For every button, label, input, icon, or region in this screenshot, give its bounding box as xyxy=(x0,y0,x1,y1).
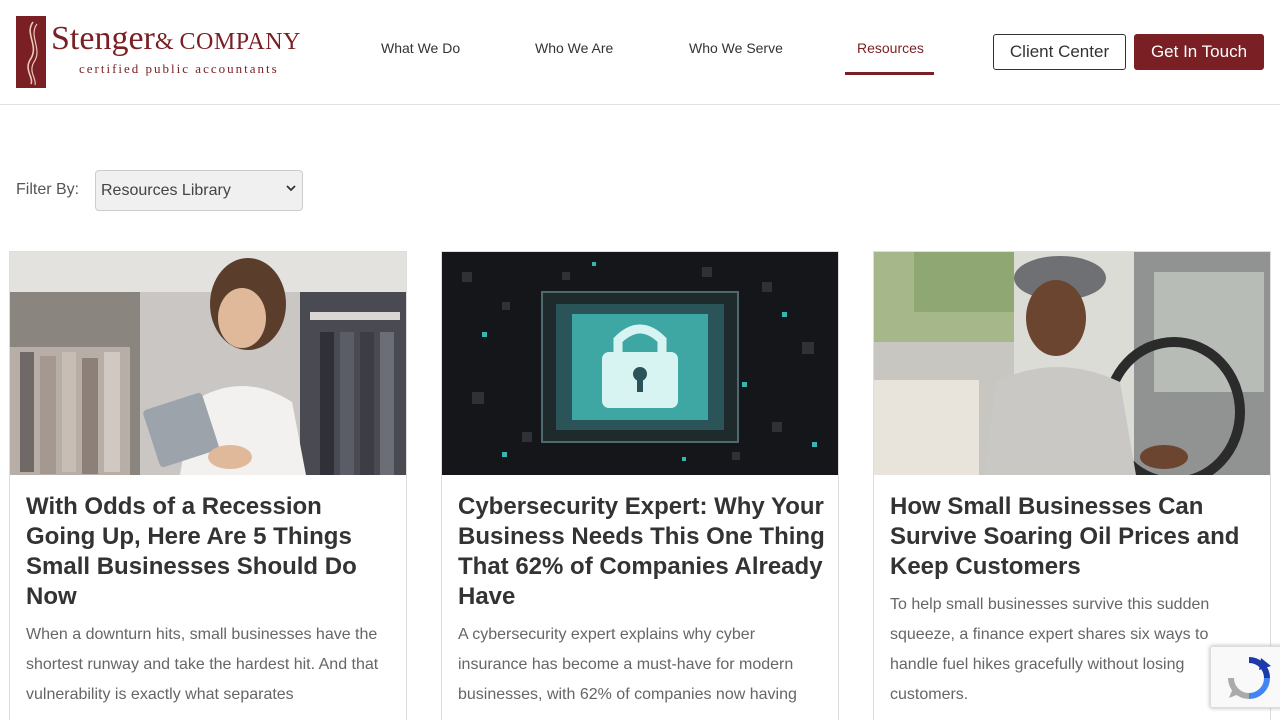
article-title[interactable]: Cybersecurity Expert: Why Your Business … xyxy=(458,492,828,612)
brand-logo[interactable]: Stenger& COMPANY certified public accoun… xyxy=(16,16,316,88)
recaptcha-badge[interactable] xyxy=(1210,646,1280,708)
logo-flourish-icon xyxy=(16,16,46,88)
nav-what-we-do[interactable]: What We Do xyxy=(381,40,460,76)
article-title[interactable]: With Odds of a Recession Going Up, Here … xyxy=(26,492,396,612)
brand-name: Stenger& COMPANY xyxy=(51,20,301,58)
filter-selected-value: Resources Library xyxy=(101,181,231,199)
brand-name-company: COMPANY xyxy=(179,29,301,55)
article-image-store-woman[interactable] xyxy=(10,252,406,475)
brand-tagline: certified public accountants xyxy=(79,61,279,76)
nav-who-we-serve[interactable]: Who We Serve xyxy=(689,40,783,76)
article-description: A cybersecurity expert explains why cybe… xyxy=(458,626,797,703)
nav-resources[interactable]: Resources xyxy=(857,40,924,76)
article-title[interactable]: How Small Businesses Can Survive Soaring… xyxy=(890,492,1260,582)
article-card[interactable]: Cybersecurity Expert: Why Your Business … xyxy=(441,251,839,720)
filter-label: Filter By: xyxy=(16,181,80,198)
brand-name-main: Stenger xyxy=(51,20,155,57)
article-description: To help small businesses survive this su… xyxy=(890,596,1210,703)
article-image-delivery-driver[interactable] xyxy=(874,252,1270,475)
brand-name-amp: & xyxy=(154,29,180,55)
filter-select[interactable]: Resources Library xyxy=(95,170,303,211)
client-center-button[interactable]: Client Center xyxy=(993,34,1126,70)
chevron-down-icon xyxy=(286,183,296,196)
site-header: Stenger& COMPANY certified public accoun… xyxy=(0,0,1280,105)
nav-who-we-are[interactable]: Who We Are xyxy=(535,40,613,76)
article-description: When a downturn hits, small businesses h… xyxy=(26,626,379,703)
article-image-cybersecurity-lock[interactable] xyxy=(442,252,838,475)
get-in-touch-button[interactable]: Get In Touch xyxy=(1134,34,1264,70)
nav-active-indicator xyxy=(845,72,934,75)
article-card[interactable]: With Odds of a Recession Going Up, Here … xyxy=(9,251,407,720)
